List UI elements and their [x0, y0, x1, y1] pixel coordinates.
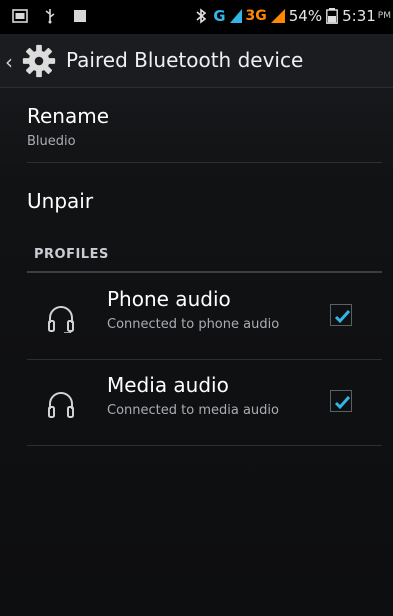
- network-3g-label: 3G: [245, 8, 267, 24]
- profile-phone-audio[interactable]: Phone audio Connected to phone audio: [27, 287, 382, 363]
- action-bar: ‹ Paired Bluetooth device: [0, 34, 393, 88]
- headset-icon: [48, 306, 74, 333]
- phone-audio-checkbox[interactable]: [330, 304, 352, 326]
- headphones-icon: [48, 392, 74, 418]
- media-audio-checkbox[interactable]: [330, 390, 352, 412]
- clock: 5:31: [342, 7, 376, 25]
- checkmark-icon: [334, 395, 351, 410]
- rename-subtitle: Bluedio: [27, 134, 76, 149]
- signal-icon-2: [270, 9, 285, 23]
- profile-subtitle: Connected to media audio: [107, 403, 279, 418]
- screen: G 3G 54% 5:31 PM ‹ Paired Bluetooth devi…: [0, 0, 393, 616]
- page-title: Paired Bluetooth device: [66, 48, 304, 72]
- back-chevron-icon[interactable]: ‹: [5, 50, 13, 74]
- clock-ampm: PM: [377, 11, 391, 21]
- network-g-label: G: [213, 7, 226, 25]
- profiles-header: PROFILES: [34, 247, 109, 262]
- profiles-divider: [27, 271, 382, 273]
- notification-icon: [74, 10, 86, 22]
- divider: [27, 162, 382, 163]
- profile-title: Media audio: [107, 373, 229, 397]
- profile-subtitle: Connected to phone audio: [107, 317, 280, 332]
- rename-title: Rename: [27, 104, 110, 128]
- bluetooth-icon: [196, 8, 207, 24]
- signal-icon-1: [229, 9, 242, 23]
- checkmark-icon: [334, 309, 351, 324]
- unpair-title: Unpair: [27, 189, 94, 213]
- profile-title: Phone audio: [107, 287, 231, 311]
- status-notifications: [12, 8, 88, 24]
- gallery-icon: [12, 9, 28, 23]
- status-bar: G 3G 54% 5:31 PM: [0, 0, 393, 34]
- settings-gear-icon[interactable]: [20, 42, 58, 80]
- profile-media-audio[interactable]: Media audio Connected to media audio: [27, 373, 382, 449]
- divider: [27, 359, 382, 360]
- usb-icon: [45, 9, 55, 24]
- battery-icon: [326, 8, 339, 24]
- divider: [27, 445, 382, 446]
- status-system: G 3G 54% 5:31 PM: [193, 7, 391, 25]
- rename-item[interactable]: Rename Bluedio: [27, 104, 382, 149]
- unpair-item[interactable]: Unpair: [27, 189, 382, 213]
- battery-percent: 54%: [288, 7, 323, 25]
